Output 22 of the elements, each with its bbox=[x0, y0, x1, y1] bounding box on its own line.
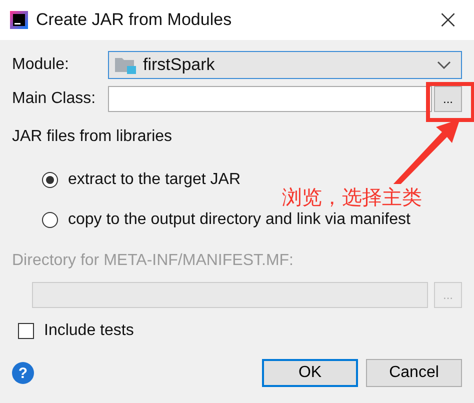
checkbox-label: Include tests bbox=[44, 322, 134, 340]
section-title: JAR files from libraries bbox=[12, 128, 174, 147]
folder-icon bbox=[115, 56, 137, 74]
caret-icon bbox=[437, 61, 451, 69]
radio-button[interactable] bbox=[42, 172, 58, 188]
module-dropdown[interactable]: firstSpark bbox=[108, 51, 462, 79]
highlight-frame bbox=[426, 82, 474, 122]
close-button[interactable]: × bbox=[426, 2, 470, 38]
dialog-button[interactable]: Cancel bbox=[366, 359, 462, 387]
dialog-button[interactable]: OK bbox=[262, 359, 358, 387]
browse-button[interactable]: ... bbox=[434, 86, 462, 112]
main-class-field[interactable] bbox=[108, 86, 432, 112]
option-label: copy to the output directory and link via manifest bbox=[68, 211, 410, 229]
option-label: extract to the target JAR bbox=[68, 171, 241, 189]
window-title: Create JAR from Modules bbox=[36, 10, 233, 30]
field-label: Module: bbox=[12, 56, 70, 74]
app-logo-icon bbox=[10, 11, 28, 29]
field-label: Directory for META-INF/MANIFEST.MF: bbox=[12, 252, 294, 271]
radio-button[interactable] bbox=[42, 212, 58, 228]
help-button[interactable]: ? bbox=[12, 362, 34, 384]
checkbox[interactable] bbox=[18, 323, 34, 339]
field-label: Main Class: bbox=[12, 90, 97, 108]
